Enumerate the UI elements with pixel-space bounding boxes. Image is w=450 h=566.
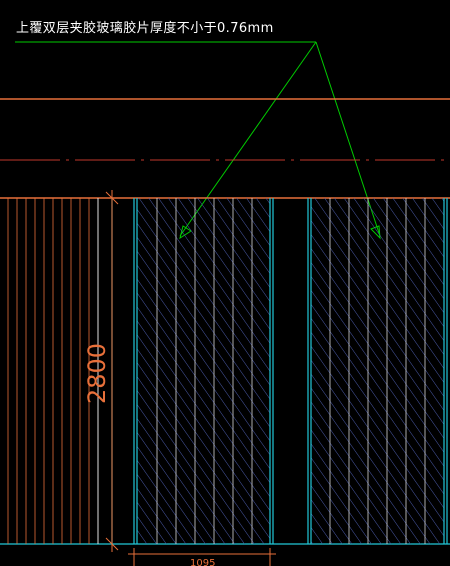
annotation-note: 上覆双层夹胶玻璃胶片厚度不小于0.76mm <box>16 20 274 36</box>
width-dimension-label: 1095 <box>190 558 215 566</box>
height-dimension-label: 2800 <box>83 343 111 404</box>
glass-pane-right <box>311 198 444 544</box>
cad-drawing: 上覆双层夹胶玻璃胶片厚度不小于0.76mm 2800 1095 <box>0 20 450 566</box>
louvre-lines <box>7 198 90 544</box>
